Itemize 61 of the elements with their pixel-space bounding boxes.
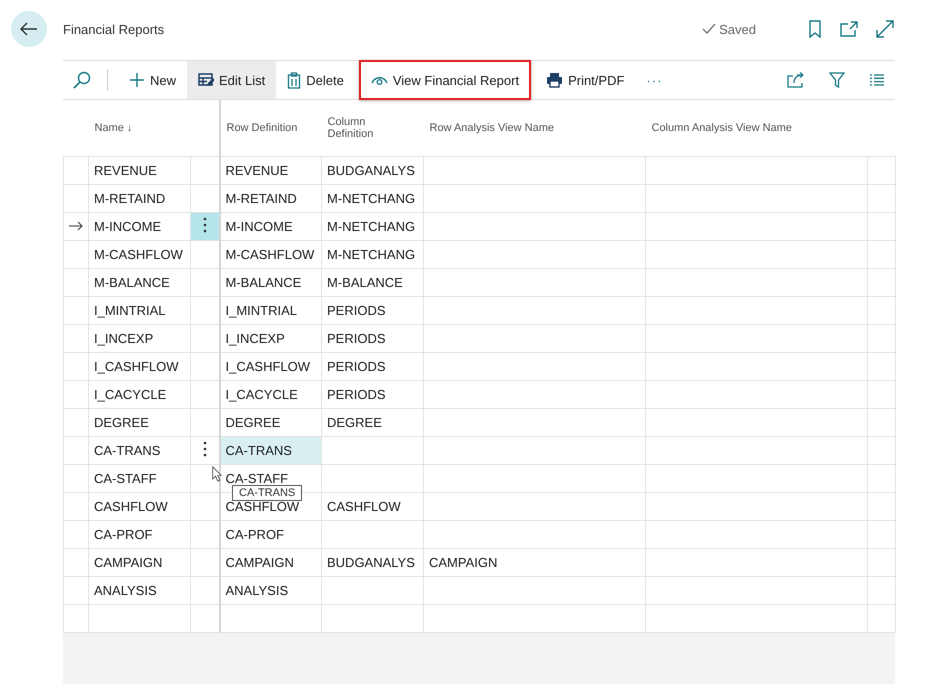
edit-grid-icon [198,72,214,88]
table-cell: CA-TRANS [226,443,292,458]
table-cell: PERIODS [327,331,386,346]
table-cell: M-RETAIND [226,191,297,206]
table-cell: PERIODS [327,387,386,402]
filter-icon[interactable] [829,72,845,88]
table-cell: I_CACYCLE [226,387,298,402]
check-icon [702,23,716,35]
delete-button[interactable]: Delete [276,61,355,99]
table-cell: M-NETCHANG [327,219,416,234]
table-cell: M-BALANCE [327,275,403,290]
table-cell: CAMPAIGN [226,555,294,570]
row-menu-icon[interactable] [202,217,207,233]
table-cell: BUDGANALYS [327,555,415,570]
table-cell: CA-STAFF [226,471,288,486]
table-cell: M-NETCHANG [327,247,416,262]
table-cell: I_CASHFLOW [226,359,310,374]
column-header[interactable]: Row Analysis View Name [430,122,554,134]
column-header[interactable]: Column Definition [328,116,398,140]
column-header[interactable]: Row Definition [226,122,298,134]
table-cell: BUDGANALYS [327,163,415,178]
table-cell: M-CASHFLOW [226,247,314,262]
table-cell: PERIODS [327,359,386,374]
table-cell: CASHFLOW [327,499,401,514]
table-cell: DEGREE [226,415,280,430]
table-cell: CAMPAIGN [429,555,498,570]
table-cell: I_MINTRIAL [226,303,298,318]
row-menu-icon[interactable] [202,441,207,457]
bookmark-icon[interactable] [808,20,822,38]
open-new-window-icon[interactable] [840,21,858,37]
expand-icon[interactable] [876,20,894,38]
list-icon[interactable] [869,74,885,86]
page-title: Financial Reports [63,22,166,36]
saved-label: Saved [719,22,756,36]
back-arrow-icon [20,22,38,36]
edit-button[interactable]: Edit List [187,61,276,99]
table-cell: I_INCEXP [226,331,285,346]
table-cell: DEGREE [327,415,382,430]
search-icon[interactable] [73,71,91,89]
mouse-cursor-icon [212,466,222,482]
print-button[interactable]: Print/PDF [535,61,636,99]
more-button[interactable]: ··· [635,61,674,99]
table-cell: M-NETCHANG [327,191,416,206]
table-cell: ANALYSIS [226,583,288,598]
clipboard-icon [287,72,302,88]
table-cell: CA-PROF [226,527,284,542]
view-report-button[interactable]: View Financial Report [358,60,532,100]
eye-icon [370,74,388,86]
table-cell: CASHFLOW [226,499,300,514]
column-header[interactable]: Name ↓ [94,122,132,134]
new-button[interactable]: New [118,61,188,99]
back-button[interactable] [11,11,47,47]
printer-icon [546,72,564,88]
table-cell: M-BALANCE [226,275,302,290]
column-header[interactable]: Column Analysis View Name [652,122,792,134]
plus-icon [129,72,145,88]
table-cell: M-INCOME [226,219,293,234]
share-icon[interactable] [787,72,805,88]
tooltip: CA-TRANS [232,485,302,501]
table-cell: REVENUE [226,163,288,178]
table-cell: PERIODS [327,303,386,318]
